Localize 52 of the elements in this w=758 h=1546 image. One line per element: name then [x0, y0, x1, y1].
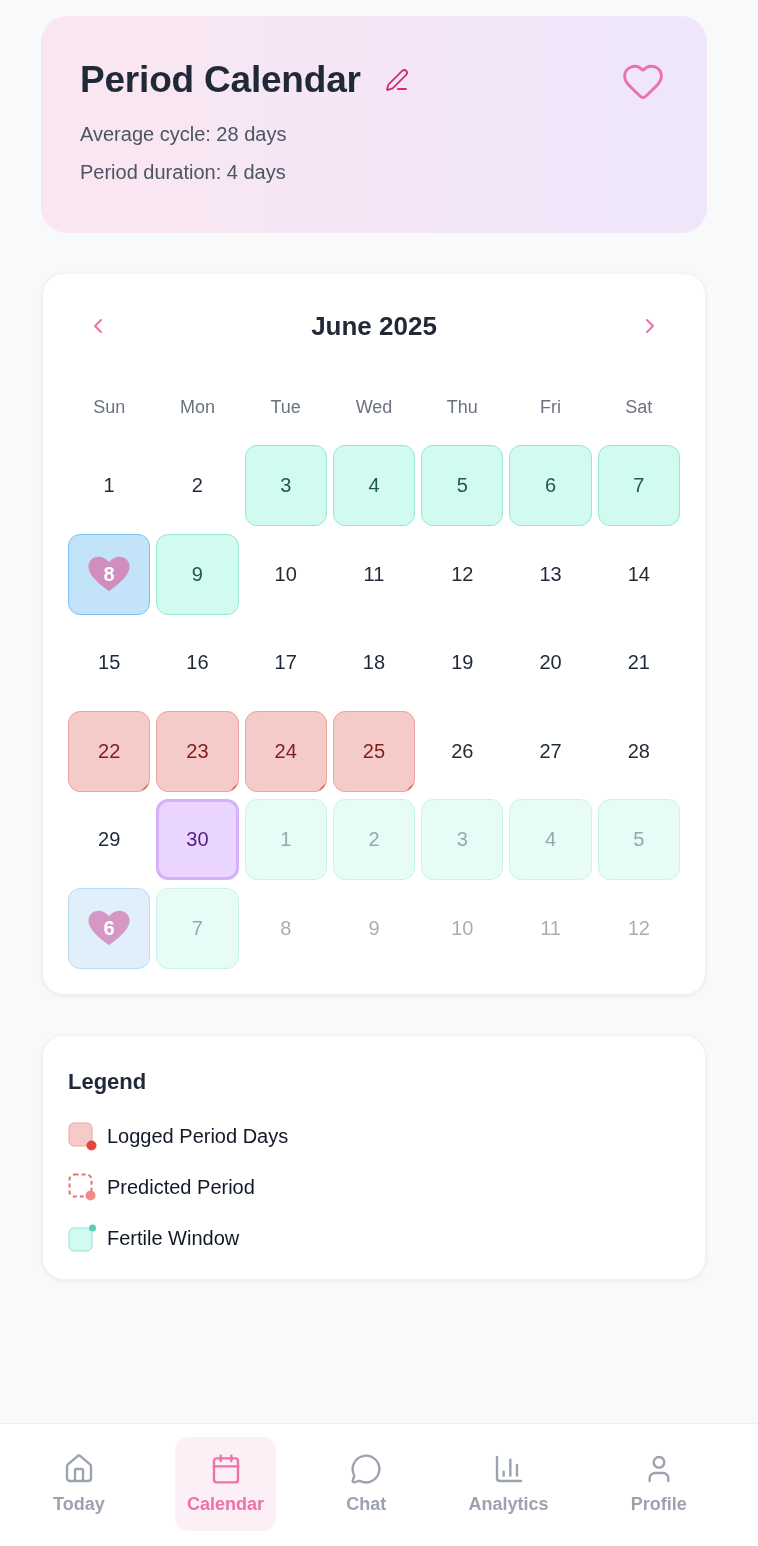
calendar-day[interactable]: 21 [597, 622, 680, 703]
weekday-label: Sat [625, 396, 653, 418]
heart-icon [88, 909, 131, 947]
calendar-day[interactable]: 1 [68, 445, 151, 526]
legend-title: Legend [68, 1067, 147, 1096]
calendar-day[interactable]: 10 [244, 533, 327, 615]
calendar-day[interactable]: 2 [156, 445, 239, 526]
cycle-stat: Average cycle: 28 days [80, 122, 288, 147]
weekday-label: Thu [446, 396, 478, 418]
swatch-icon [68, 1173, 97, 1202]
legend-label: Predicted Period [107, 1176, 255, 1199]
calendar-day[interactable]: 18 [332, 622, 416, 703]
calendar-day[interactable]: 5 [421, 445, 504, 526]
calendar-day[interactable]: 22 [68, 710, 151, 792]
calendar-day[interactable]: 24 [244, 710, 327, 792]
swatch-icon [68, 1122, 97, 1151]
cycle-stat: Period duration: 4 days [80, 160, 287, 185]
calendar-day[interactable]: 28 [597, 710, 680, 792]
calendar-day[interactable]: 6 [509, 445, 592, 526]
calendar-day[interactable]: 30 [156, 799, 239, 880]
weekday-label: Wed [355, 396, 393, 418]
calendar-day[interactable]: 25 [332, 710, 416, 792]
weekday-label: Mon [179, 396, 215, 418]
calendar-day[interactable]: 19 [421, 622, 504, 703]
legend-label: Logged Period Days [107, 1125, 289, 1148]
calendar-day[interactable]: 15 [68, 622, 151, 703]
heart-icon [88, 555, 131, 593]
calendar-day[interactable]: 4 [332, 445, 416, 526]
edit-button[interactable] [384, 68, 409, 92]
pencil-icon [384, 68, 409, 92]
calendar-day[interactable]: 23 [156, 710, 239, 792]
page-title: Period Calendar [80, 58, 361, 102]
weekday-label: Tue [270, 396, 301, 418]
swatch-icon [68, 1224, 97, 1253]
weekday-label: Sun [93, 396, 126, 418]
calendar-day[interactable]: 9 [156, 533, 239, 615]
calendar-day[interactable]: 3 [244, 445, 327, 526]
chat-bubble-icon [350, 1453, 383, 1485]
calendar-day[interactable]: 14 [597, 533, 680, 615]
calendar-day[interactable]: 16 [156, 622, 239, 703]
weekday-label: Fri [540, 396, 562, 418]
calendar-day[interactable]: 29 [68, 799, 151, 880]
calendar-day[interactable]: 26 [421, 710, 504, 792]
calendar-day[interactable]: 27 [509, 710, 592, 792]
calendar-day[interactable]: 20 [509, 622, 592, 703]
calendar-day[interactable]: 7 [597, 445, 680, 526]
calendar-day[interactable]: 17 [244, 622, 327, 703]
calendar-day[interactable]: 12 [421, 533, 504, 615]
month-title: June 2025 [311, 310, 437, 342]
calendar-day[interactable]: 13 [509, 533, 592, 615]
calendar-day[interactable]: 11 [332, 533, 416, 615]
legend-label: Fertile Window [107, 1227, 240, 1250]
